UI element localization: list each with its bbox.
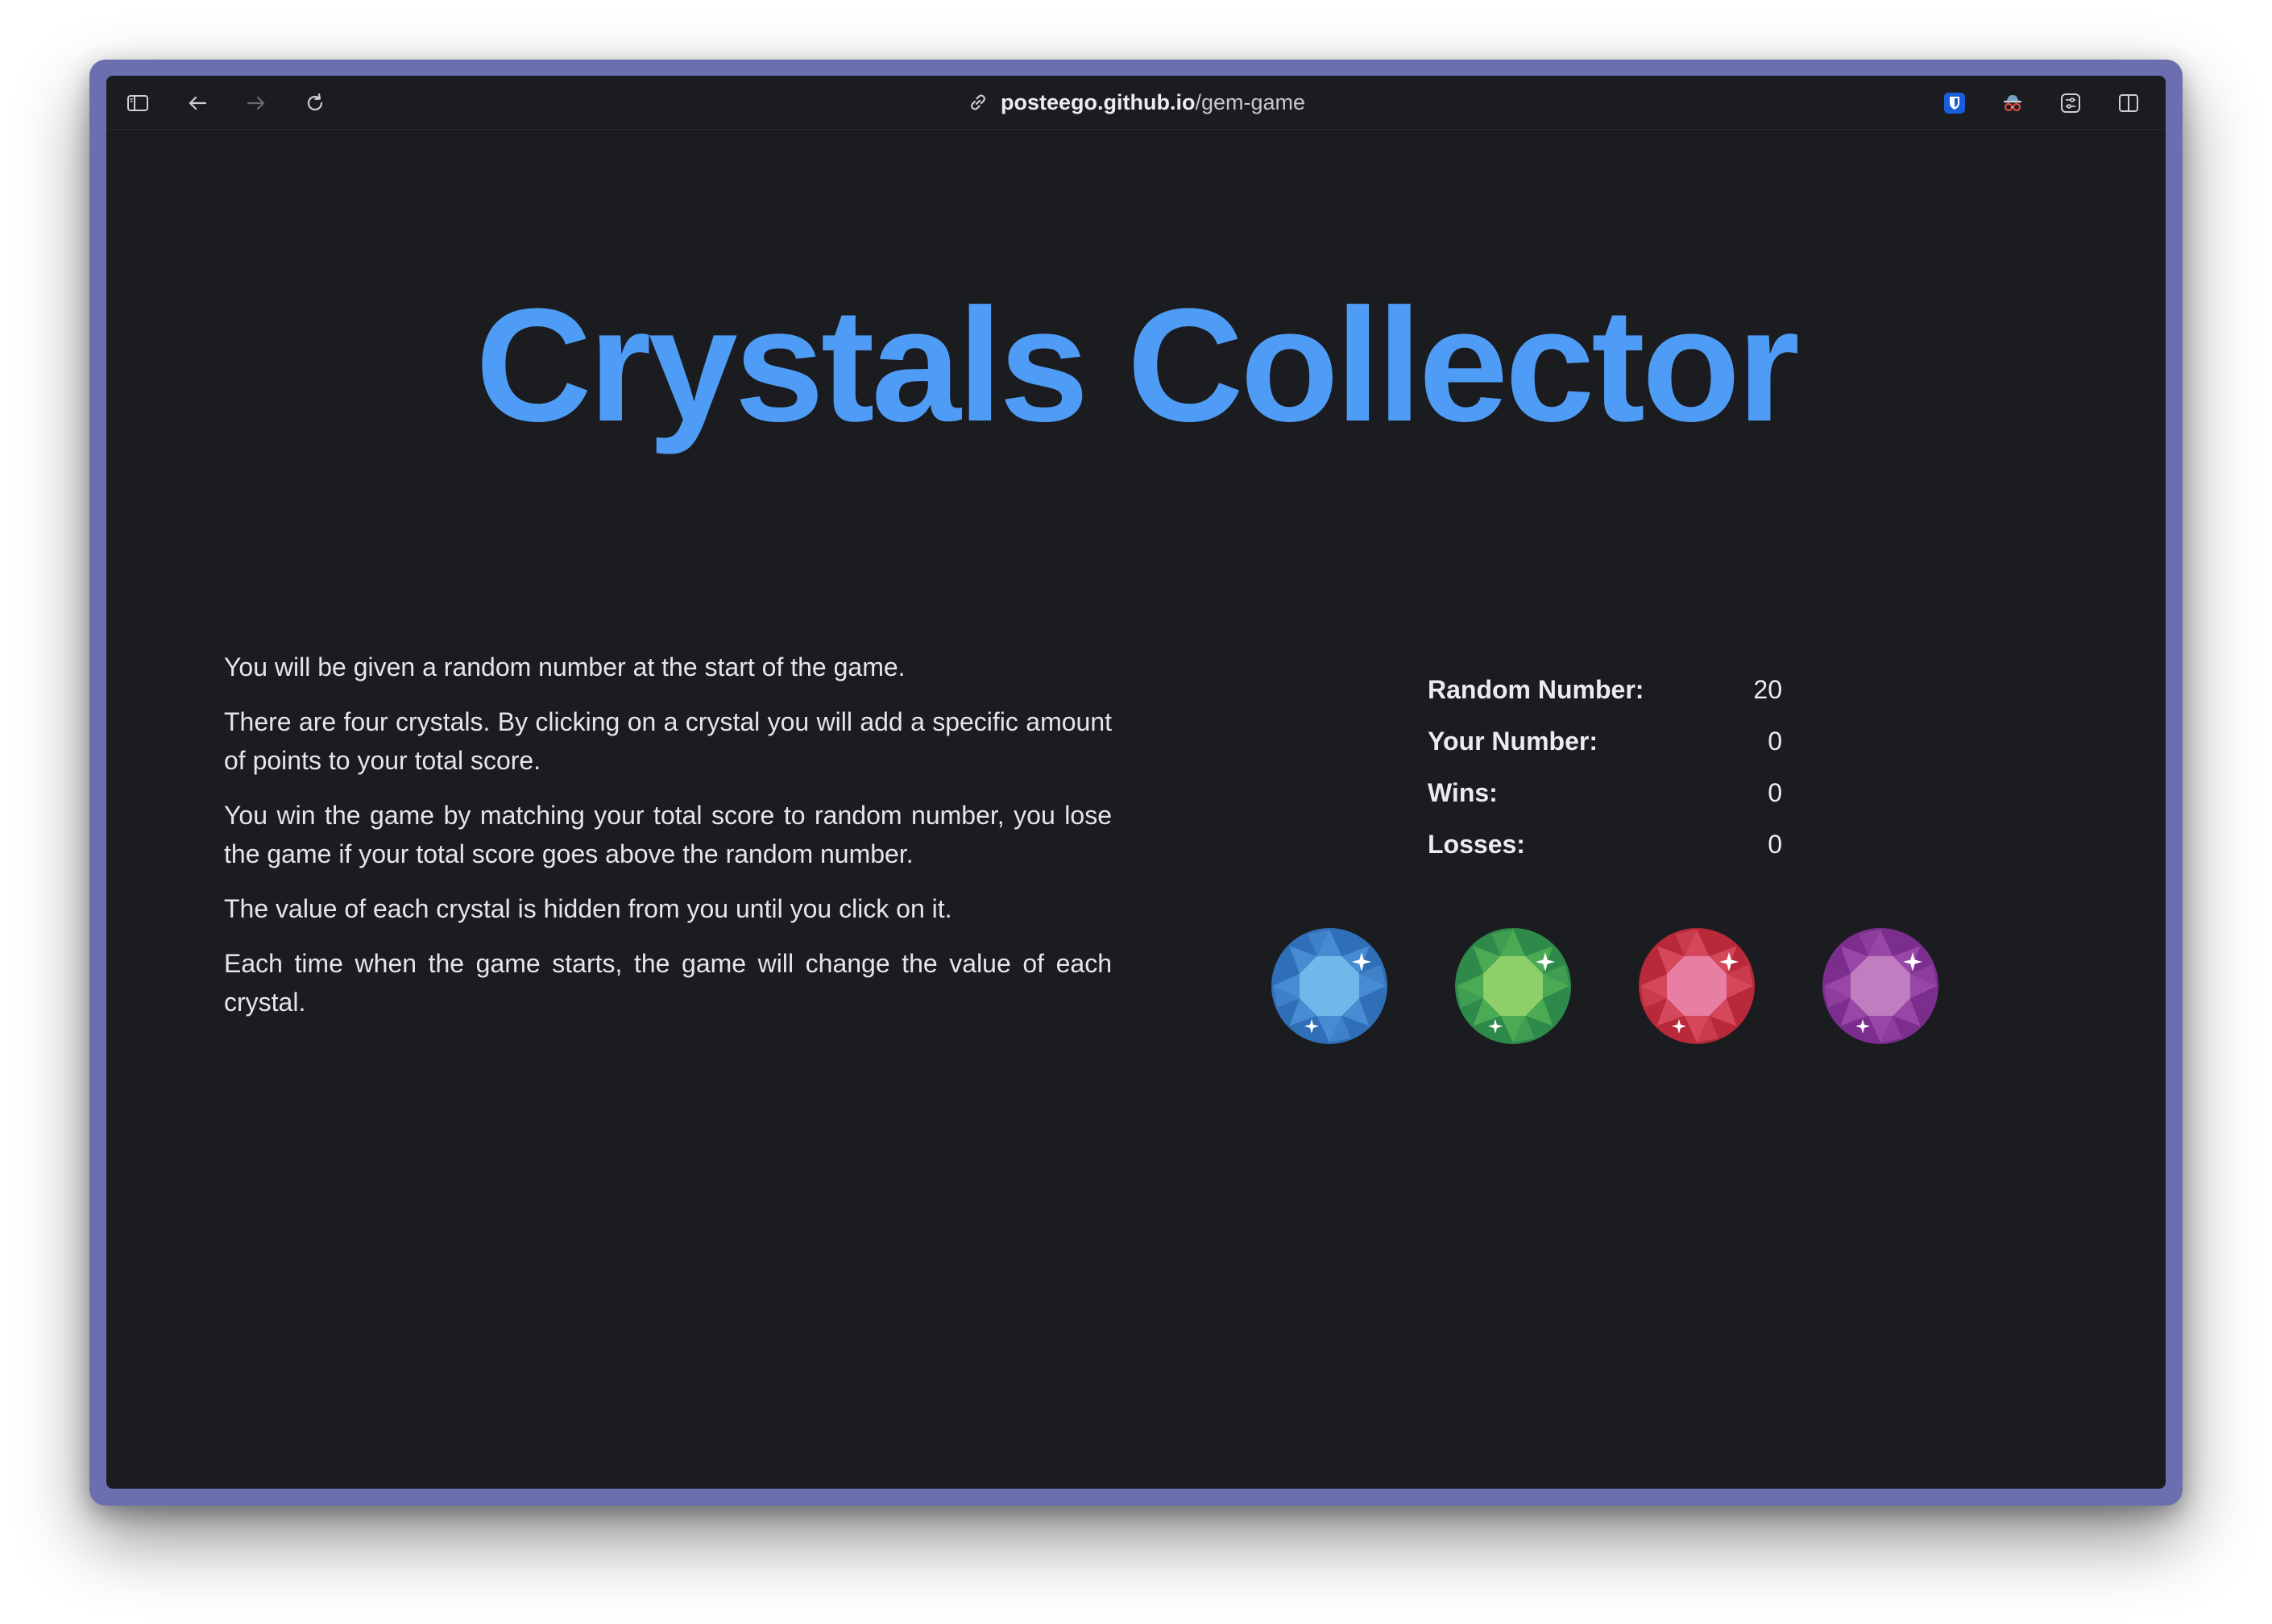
your-number-value: 0 (1768, 726, 1782, 756)
losses-value: 0 (1768, 829, 1782, 859)
split-view-icon[interactable] (2117, 91, 2141, 115)
wins-row: Wins: 0 (1428, 767, 1782, 818)
incognito-glasses-icon[interactable] (2000, 91, 2025, 115)
browser-window: posteego.github.io/gem-game Crystals Col… (89, 60, 2183, 1506)
link-icon (967, 91, 989, 114)
crystal-icon (1455, 928, 1571, 1044)
purple-crystal-button[interactable] (1821, 926, 1940, 1046)
blue-crystal-button[interactable] (1270, 926, 1389, 1046)
instructions: You will be given a random number at the… (224, 648, 1112, 1038)
crystal-icon (1639, 928, 1755, 1044)
random-number-value: 20 (1753, 674, 1782, 704)
your-number-row: Your Number: 0 (1428, 715, 1782, 767)
url-host: posteego.github.io (1000, 89, 1196, 114)
crystal-row (1270, 926, 1947, 1046)
green-crystal-button[interactable] (1453, 926, 1573, 1046)
bitwarden-shield-icon[interactable] (1942, 91, 1967, 115)
wins-value: 0 (1768, 777, 1782, 807)
losses-row: Losses: 0 (1428, 818, 1782, 870)
crystal-icon (1822, 928, 1938, 1044)
extension-settings-icon[interactable] (2058, 91, 2083, 115)
random-number-label: Random Number: (1428, 674, 1644, 704)
page-title: Crystals Collector (475, 276, 1800, 455)
address-bar[interactable]: posteego.github.io/gem-game (106, 89, 2166, 116)
url-path: /gem-game (1195, 89, 1306, 114)
browser-viewport: posteego.github.io/gem-game Crystals Col… (106, 76, 2166, 1489)
your-number-label: Your Number: (1428, 726, 1598, 756)
crystal-icon (1271, 928, 1387, 1044)
score-panel: Random Number: 20 Your Number: 0 Wins: 0… (1428, 664, 1782, 870)
losses-label: Losses: (1428, 829, 1525, 859)
browser-toolbar: posteego.github.io/gem-game (106, 76, 2166, 130)
random-number-row: Random Number: 20 (1428, 664, 1782, 715)
instruction-paragraph: There are four crystals. By clicking on … (224, 707, 1112, 775)
wins-label: Wins: (1428, 777, 1498, 807)
instruction-paragraph: The value of each crystal is hidden from… (224, 894, 952, 923)
instruction-paragraph: You will be given a random number at the… (224, 652, 906, 682)
red-crystal-button[interactable] (1637, 926, 1756, 1046)
instruction-paragraph: You win the game by matching your total … (224, 801, 1112, 868)
instruction-paragraph: Each time when the game starts, the game… (224, 949, 1112, 1017)
